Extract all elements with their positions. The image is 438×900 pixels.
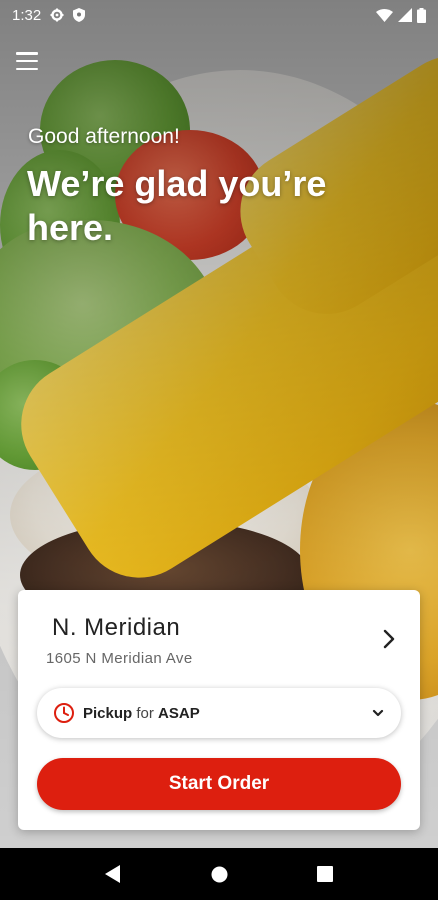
hamburger-menu-icon[interactable] [16, 52, 38, 70]
system-nav-bar [0, 848, 438, 900]
battery-icon [417, 7, 426, 23]
gear-icon [50, 8, 64, 22]
recents-icon[interactable] [313, 862, 337, 886]
chevron-down-icon[interactable] [371, 706, 385, 720]
back-icon[interactable] [101, 862, 125, 886]
status-bar: 1:32 [0, 0, 438, 30]
start-order-button[interactable]: Start Order [37, 758, 401, 810]
location-address: 1605 N Meridian Ave [46, 650, 193, 667]
order-card: N. Meridian 1605 N Meridian Ave Pickup f… [18, 590, 420, 830]
app-screen: 1:32 Good afternoon! We’re glad you’re h… [0, 0, 438, 848]
wifi-icon [376, 8, 393, 22]
order-mode-label: Pickup [83, 704, 133, 722]
order-mode-connector: for [136, 704, 154, 722]
clock-icon [54, 703, 74, 723]
chevron-right-icon[interactable] [380, 628, 398, 650]
status-time: 1:32 [12, 6, 42, 24]
shield-icon [73, 8, 86, 22]
location-name: N. Meridian [52, 614, 181, 641]
signal-icon [398, 8, 412, 22]
location-selector[interactable]: N. Meridian 1605 N Meridian Ave [18, 590, 420, 678]
welcome-headline: We’re glad you’re here. [27, 163, 327, 248]
order-mode-text: Pickup for ASAP [83, 705, 200, 722]
order-time-label: ASAP [158, 704, 200, 722]
greeting-text: Good afternoon! [28, 125, 180, 148]
home-icon[interactable] [207, 862, 231, 886]
order-mode-selector[interactable]: Pickup for ASAP [37, 688, 401, 738]
